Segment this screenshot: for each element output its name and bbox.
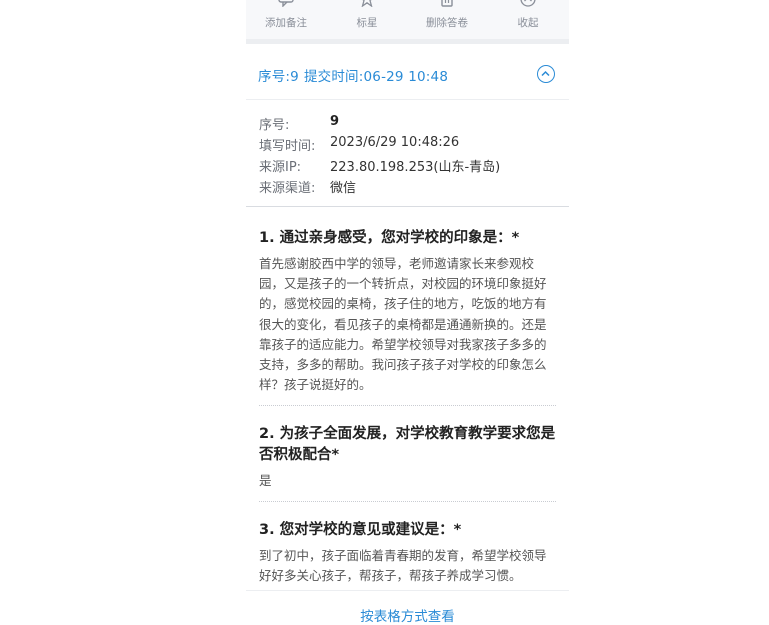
meta-source-ip-key: 来源IP: [259,160,302,175]
meta-fill-time-value: 2023/6/29 10:48:26 [330,135,460,150]
collapse-icon [520,0,536,7]
question-1-title: 1. 通过亲身感受，您对学校的印象是：* [259,230,520,246]
star-button[interactable]: 标星 [327,0,407,36]
response-header-text: 序号:9 提交时间:06-29 10:48 [258,65,453,85]
question-1-answer: 首先感谢胶西中学的领导，老师邀请家长来参观校园，又是孩子的一个转折点，对校园的环… [259,256,547,393]
meta-channel-key: 来源渠道: [259,181,316,196]
add-note-button[interactable]: 添加备注 [246,0,326,36]
chevron-up-icon[interactable] [537,65,555,83]
response-meta: 序号: 9 填写时间: 2023/6/29 10:48:26 来源IP: 223… [246,100,569,207]
response-header[interactable]: 序号:9 提交时间:06-29 10:48 [246,50,569,100]
meta-fill-time-key: 填写时间: [259,139,316,154]
collapse-button[interactable]: 收起 [488,0,568,36]
table-view-link[interactable]: 按表格方式查看 [246,605,569,625]
question-3-title: 3. 您对学校的意见或建议是：* [259,522,462,538]
question-2-title: 2. 为孩子全面发展，对学校教育教学要求您是否积极配合* [259,426,556,463]
delete-response-label: 删除答卷 [426,17,468,29]
toolbar-divider [246,39,569,44]
question-divider [259,405,556,406]
delete-response-button[interactable]: 删除答卷 [407,0,487,36]
header-submit-time: 提交时间:06-29 10:48 [303,69,449,85]
question-3: 3. 您对学校的意见或建议是：* 到了初中，孩子面临着青春期的发育，希望学校领导… [259,520,556,586]
add-note-label: 添加备注 [265,17,307,29]
response-panel: 添加备注 标星 删除答卷 收起 序号:9 提交时间:06-29 10:48 序号… [246,0,569,625]
meta-source-ip-value: 223.80.198.253(山东-青岛) [330,160,501,175]
question-2-answer: 是 [259,473,272,488]
trash-icon [441,0,453,7]
comment-icon [278,0,294,7]
meta-serial-value: 9 [330,114,340,129]
response-toolbar: 添加备注 标星 删除答卷 收起 [246,0,569,44]
question-1: 1. 通过亲身感受，您对学校的印象是：* 首先感谢胶西中学的领导，老师邀请家长来… [259,228,556,395]
star-icon [361,0,373,7]
star-label: 标星 [356,17,378,29]
meta-serial-key: 序号: [259,118,290,133]
meta-channel-value: 微信 [330,181,357,196]
collapse-label: 收起 [517,17,539,29]
question-3-answer: 到了初中，孩子面临着青春期的发育，希望学校领导好好多关心孩子，帮孩子，帮孩子养成… [259,548,547,584]
question-divider [259,501,556,502]
bottom-bar: 按表格方式查看 [246,590,569,625]
header-serial: 序号:9 [258,69,299,85]
question-2: 2. 为孩子全面发展，对学校教育教学要求您是否积极配合* 是 [259,424,556,491]
